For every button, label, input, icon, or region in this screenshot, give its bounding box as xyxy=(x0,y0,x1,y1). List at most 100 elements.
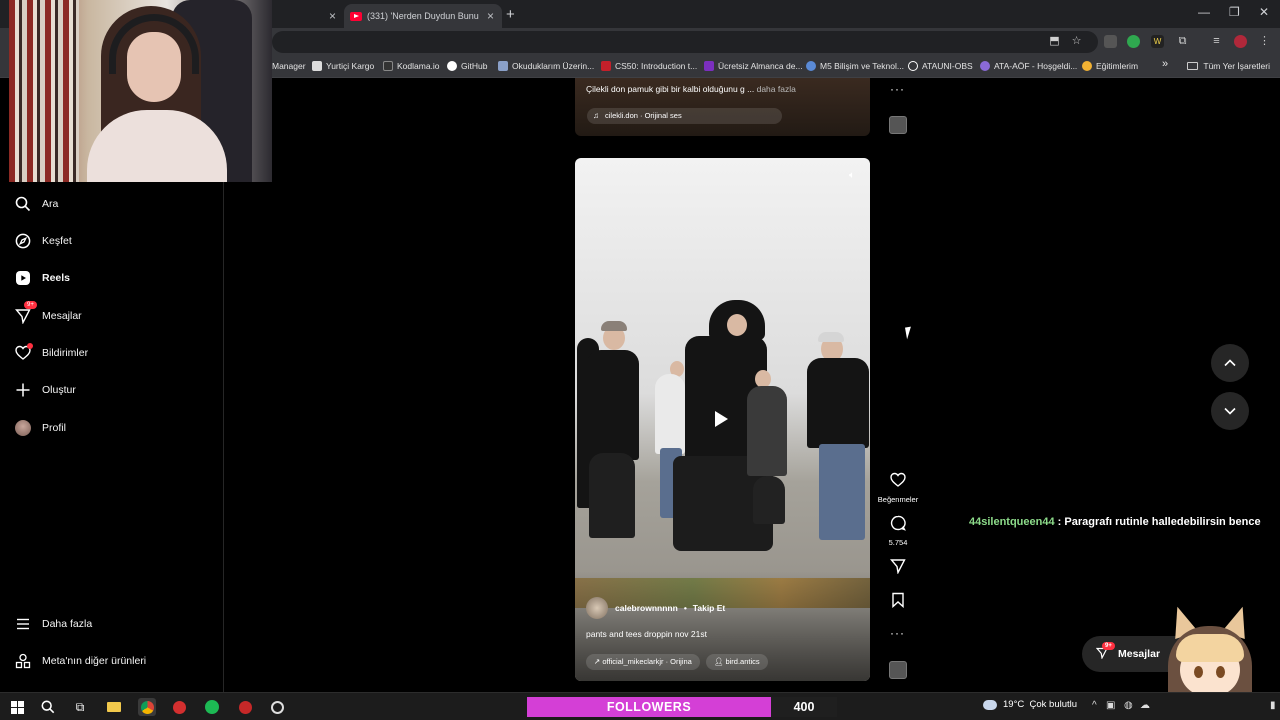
separator-dot: • xyxy=(683,603,687,613)
bookmark-item[interactable]: Kodlama.io xyxy=(383,61,440,71)
sidebar-item-meta[interactable]: Meta'nın diğer ürünleri xyxy=(14,652,146,670)
bookmark-item[interactable]: CS50: Introduction t... xyxy=(601,61,697,71)
bookmark-favicon-icon xyxy=(1082,61,1092,71)
address-bar[interactable] xyxy=(272,31,1098,53)
browser-tab-youtube[interactable]: (331) 'Nerden Duydun Bunu' Vi × xyxy=(344,4,502,28)
file-explorer-icon[interactable] xyxy=(105,698,123,716)
sidebar-item-label: Daha fazla xyxy=(42,618,93,630)
more-options-icon[interactable]: ··· xyxy=(890,82,905,96)
all-bookmarks-button[interactable]: Tüm Yer İşaretleri xyxy=(1187,61,1270,71)
more-link[interactable]: daha fazla xyxy=(757,84,796,94)
sidebar-item-search[interactable]: Ara xyxy=(14,195,58,213)
task-view-icon[interactable]: ⧉ xyxy=(71,698,89,716)
tray-app-icon[interactable]: ☁ xyxy=(1140,700,1150,711)
sidebar-item-label: Reels xyxy=(42,272,71,284)
close-tab-icon[interactable]: × xyxy=(329,9,336,23)
media-control-icon[interactable]: ≡ xyxy=(1210,35,1223,48)
windows-start-icon[interactable] xyxy=(8,698,26,716)
bookmark-favicon-icon xyxy=(908,61,918,71)
sidebar-item-profile[interactable]: Profil xyxy=(14,419,66,437)
compass-icon xyxy=(14,232,32,250)
chrome-icon[interactable] xyxy=(138,698,156,716)
puzzle-icon[interactable]: ⧉ xyxy=(1176,35,1189,48)
sidebar-item-explore[interactable]: Keşfet xyxy=(14,232,72,250)
audio-thumbnail[interactable] xyxy=(889,116,907,134)
bookmark-item[interactable]: Okuduklarım Üzerin... xyxy=(498,61,594,71)
save-action[interactable] xyxy=(884,592,912,613)
spotify-icon[interactable] xyxy=(203,698,221,716)
tray-app-icon[interactable]: ▮ xyxy=(1270,700,1276,711)
person-figure xyxy=(587,350,639,460)
sidebar-item-create[interactable]: Oluştur xyxy=(14,381,76,399)
app-red-icon[interactable] xyxy=(170,698,188,716)
sidebar-item-notifications[interactable]: Bildirimler xyxy=(14,343,88,362)
bookmark-item[interactable]: ATAUNI-OBS xyxy=(908,61,973,71)
avatar[interactable] xyxy=(586,597,608,619)
chat-username: 44silentqueen44 xyxy=(969,516,1055,528)
app-red-icon[interactable] xyxy=(236,698,254,716)
sidebar-item-more[interactable]: Daha fazla xyxy=(14,615,92,633)
new-tab-button[interactable]: + xyxy=(506,6,515,23)
follow-button[interactable]: Takip Et xyxy=(693,603,725,613)
bookmark-star-icon[interactable]: ☆ xyxy=(1070,35,1083,48)
tagged-user[interactable]: 👤︎ bird.antics xyxy=(705,654,768,670)
bookmark-item[interactable]: Eğitimlerim xyxy=(1082,61,1138,71)
sidebar-item-reels[interactable]: Reels xyxy=(14,269,70,287)
tray-app-icon[interactable]: ◍ xyxy=(1124,700,1133,711)
reel-audio[interactable]: cilekli.don · Orijinal ses xyxy=(587,108,782,124)
menu-dots-icon[interactable]: ⋮ xyxy=(1258,35,1271,48)
bookmark-favicon-icon xyxy=(498,61,508,71)
extension-icon[interactable] xyxy=(1104,35,1117,48)
more-options-icon[interactable]: ··· xyxy=(890,626,905,640)
audio-thumbnail[interactable] xyxy=(889,661,907,679)
obs-icon[interactable] xyxy=(268,698,286,716)
bookmark-item[interactable]: ATA-AÖF - Hoşgeldi... xyxy=(980,61,1077,71)
like-action[interactable]: Beğenmeler xyxy=(878,472,918,504)
weather-widget[interactable]: 19°C Çok bulutlu xyxy=(983,699,1077,710)
speaker-icon[interactable]: 🔈︎ xyxy=(844,168,860,184)
bookmark-item[interactable]: Ücretsiz Almanca de... xyxy=(704,61,803,71)
comment-action[interactable]: 5.754 xyxy=(884,515,912,547)
reels-icon xyxy=(14,269,32,287)
install-app-icon[interactable]: ⬒ xyxy=(1048,35,1061,48)
bookmark-item[interactable]: Yurtiçi Kargo xyxy=(312,61,374,71)
tray-app-icon[interactable]: ▣ xyxy=(1106,700,1115,711)
sidebar-item-label: Keşfet xyxy=(42,235,72,247)
sidebar-item-label: Ara xyxy=(42,198,59,210)
bookmark-item[interactable]: GitHub xyxy=(447,61,487,71)
previous-reel-button[interactable] xyxy=(1211,344,1249,382)
bookmark-favicon-icon xyxy=(980,61,990,71)
folder-icon xyxy=(1187,62,1199,70)
profile-avatar-icon[interactable] xyxy=(1234,35,1247,48)
browser-tab-inactive[interactable]: × xyxy=(270,4,344,28)
share-action[interactable] xyxy=(884,558,912,579)
reel-username[interactable]: calebrownnnnn xyxy=(615,603,678,613)
current-reel[interactable]: 🔈︎ calebrownnnnn • Takip Et pants and te… xyxy=(575,158,870,681)
next-reel-button[interactable] xyxy=(1211,392,1249,430)
heart-icon xyxy=(890,472,906,487)
bookmarks-overflow-icon[interactable]: » xyxy=(1162,58,1168,70)
share-icon xyxy=(889,559,906,575)
previous-reel[interactable]: Çilekli don pamuk gibi bir kalbi olduğun… xyxy=(575,78,870,136)
notification-badge: 9+ xyxy=(24,301,37,309)
extension-w-icon[interactable]: W xyxy=(1151,35,1164,48)
bookmark-item[interactable]: M5 Bilişim ve Teknol... xyxy=(806,61,904,71)
play-icon[interactable] xyxy=(715,411,728,427)
comment-count: 5.754 xyxy=(888,538,908,547)
tray-chevron-icon[interactable]: ^ xyxy=(1092,700,1097,711)
close-window-button[interactable]: ✕ xyxy=(1259,5,1269,19)
search-icon[interactable] xyxy=(39,698,57,716)
chevron-down-icon xyxy=(1224,407,1236,415)
reel-audio[interactable]: ↗ official_mikeclarkjr · Orijina xyxy=(586,654,700,670)
restore-button[interactable]: ❐ xyxy=(1229,5,1240,19)
bookmark-item[interactable]: Manager xyxy=(272,61,306,71)
webcam-overlay xyxy=(9,0,272,182)
close-tab-icon[interactable]: × xyxy=(487,9,494,23)
person-figure xyxy=(807,358,869,448)
shield-extension-icon[interactable] xyxy=(1127,35,1140,48)
minimize-button[interactable]: — xyxy=(1198,5,1210,19)
tab-title: (331) 'Nerden Duydun Bunu' Vi xyxy=(367,11,479,21)
messages-label: Mesajlar xyxy=(1118,648,1161,660)
sidebar-item-messages[interactable]: 9+ Mesajlar xyxy=(14,301,82,325)
github-icon xyxy=(447,61,457,71)
